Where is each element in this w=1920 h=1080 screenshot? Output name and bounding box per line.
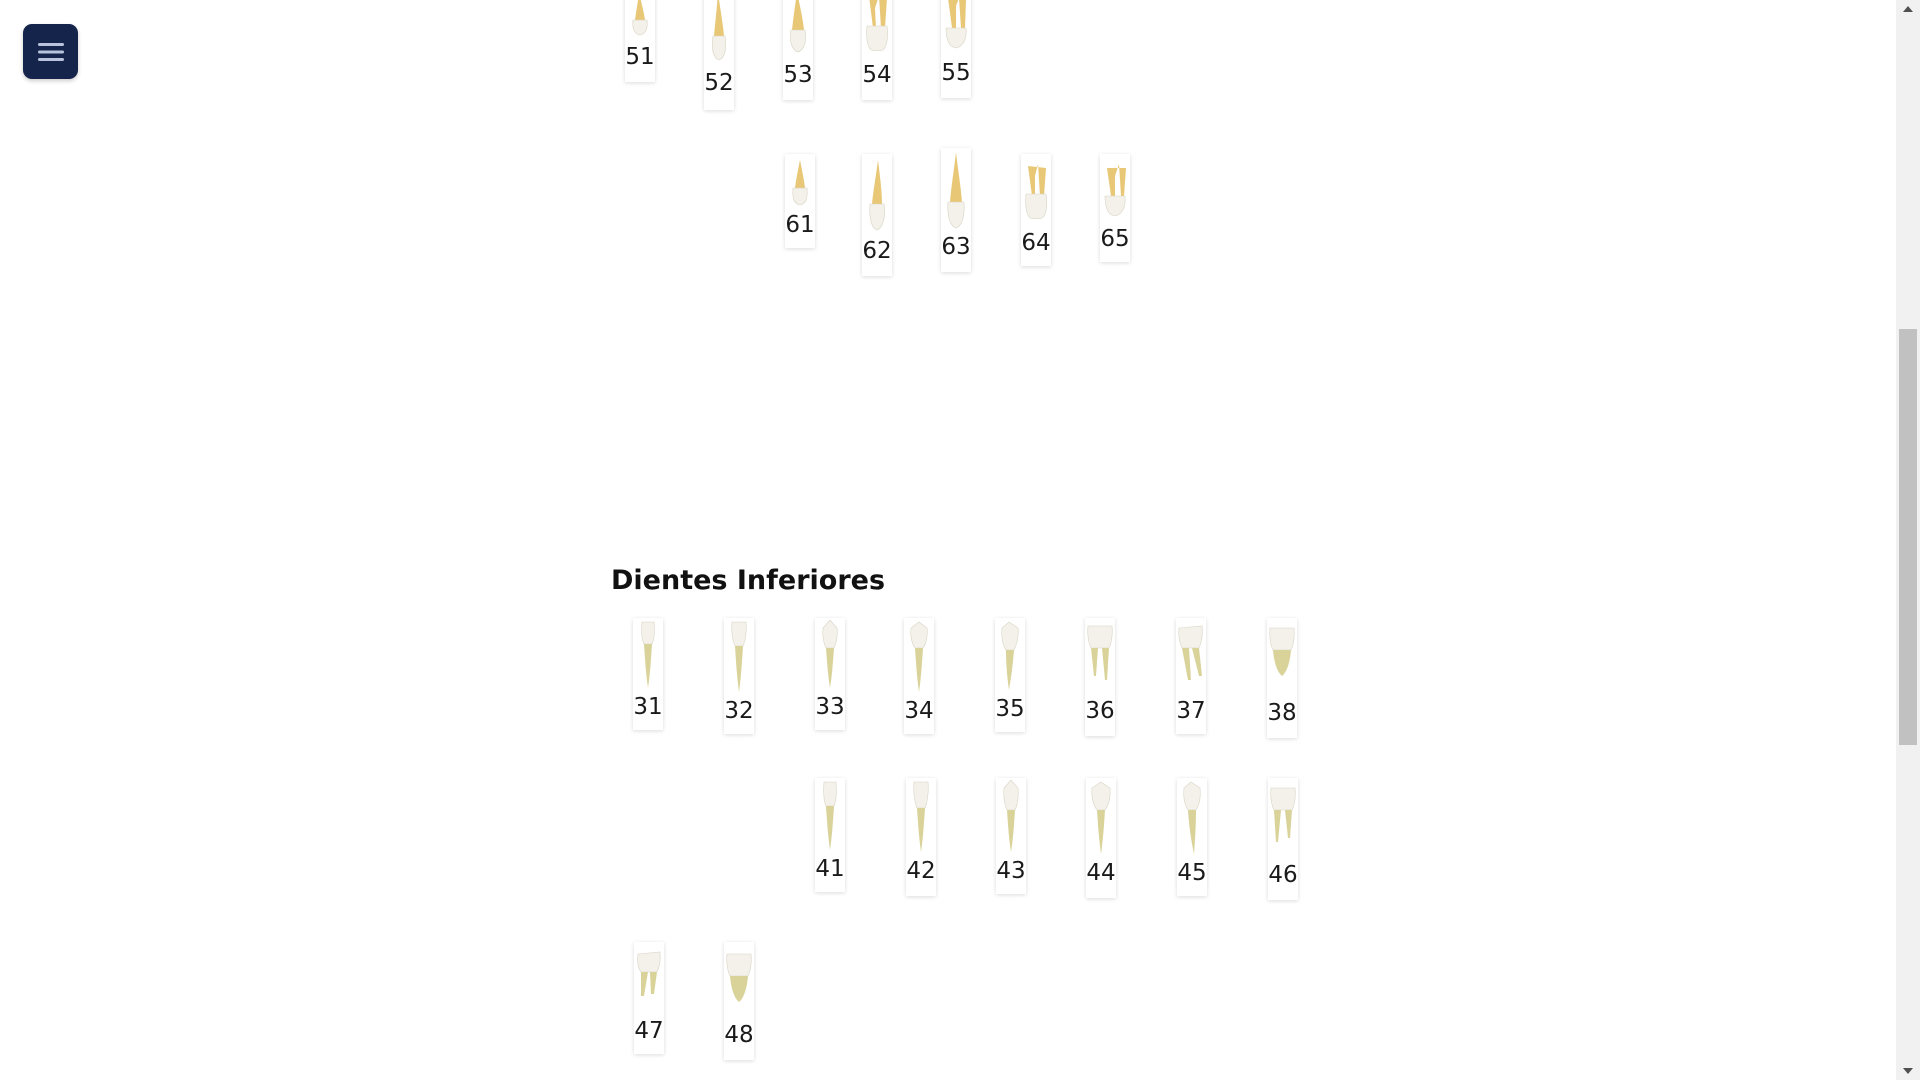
tooth-51[interactable]: 51 <box>625 0 655 82</box>
tooth-icon <box>711 0 727 61</box>
page: 51 52 53 54 55 61 62 63 64 65 Dientes In… <box>0 0 1920 1080</box>
tooth-number: 35 <box>995 696 1025 722</box>
tooth-65[interactable]: 65 <box>1100 154 1130 262</box>
hamburger-menu-icon <box>37 42 64 61</box>
tooth-42[interactable]: 42 <box>906 778 936 896</box>
tooth-number: 52 <box>704 70 734 96</box>
tooth-number: 43 <box>996 858 1026 884</box>
tooth-45[interactable]: 45 <box>1177 778 1207 896</box>
tooth-number: 33 <box>815 694 845 720</box>
tooth-icon <box>1001 621 1019 690</box>
tooth-34[interactable]: 34 <box>904 618 934 734</box>
tooth-icon <box>869 160 885 231</box>
tooth-33[interactable]: 33 <box>815 618 845 730</box>
tooth-icon <box>866 0 888 52</box>
tooth-icon <box>1003 780 1019 852</box>
tooth-number: 51 <box>625 44 655 70</box>
tooth-number: 63 <box>941 234 971 260</box>
tooth-icon <box>1178 625 1203 680</box>
tooth-icon <box>823 781 837 850</box>
menu-button[interactable] <box>23 24 78 79</box>
tooth-icon <box>641 621 655 688</box>
tooth-55[interactable]: 55 <box>941 0 971 98</box>
tooth-64[interactable]: 64 <box>1021 154 1051 266</box>
tooth-number: 37 <box>1176 698 1206 724</box>
tooth-icon <box>910 621 928 692</box>
tooth-36[interactable]: 36 <box>1085 618 1115 736</box>
tooth-number: 55 <box>941 60 971 86</box>
tooth-icon <box>726 953 752 1002</box>
tooth-icon <box>1091 781 1111 854</box>
scroll-down-arrow-icon[interactable] <box>1896 1062 1920 1080</box>
tooth-63[interactable]: 63 <box>941 148 971 272</box>
tooth-43[interactable]: 43 <box>996 778 1026 894</box>
tooth-number: 38 <box>1267 700 1297 726</box>
tooth-62[interactable]: 62 <box>862 154 892 276</box>
section-title-lower-teeth: Dientes Inferiores <box>611 565 886 596</box>
tooth-number: 54 <box>862 62 892 88</box>
tooth-number: 48 <box>724 1022 754 1048</box>
tooth-38[interactable]: 38 <box>1267 618 1297 738</box>
scroll-up-arrow-icon[interactable] <box>1896 0 1920 18</box>
tooth-number: 46 <box>1268 862 1298 888</box>
tooth-52[interactable]: 52 <box>704 0 734 110</box>
tooth-44[interactable]: 44 <box>1086 778 1116 898</box>
tooth-37[interactable]: 37 <box>1176 618 1206 734</box>
tooth-icon <box>1183 781 1201 854</box>
tooth-icon <box>1025 164 1048 220</box>
tooth-number: 31 <box>633 694 663 720</box>
tooth-61[interactable]: 61 <box>785 154 815 248</box>
tooth-number: 65 <box>1100 226 1130 252</box>
tooth-number: 34 <box>904 698 934 724</box>
tooth-48[interactable]: 48 <box>724 942 754 1060</box>
tooth-icon <box>822 620 838 688</box>
tooth-icon <box>1269 627 1295 676</box>
tooth-47[interactable]: 47 <box>634 942 664 1054</box>
tooth-number: 36 <box>1085 698 1115 724</box>
tooth-icon <box>637 951 661 996</box>
tooth-number: 62 <box>862 238 892 264</box>
tooth-icon <box>945 0 967 49</box>
tooth-35[interactable]: 35 <box>995 618 1025 732</box>
tooth-number: 53 <box>783 62 813 88</box>
scrollbar-thumb[interactable] <box>1899 329 1917 745</box>
tooth-number: 44 <box>1086 860 1116 886</box>
tooth-icon <box>790 0 806 53</box>
tooth-54[interactable]: 54 <box>862 0 892 100</box>
tooth-icon <box>632 0 648 36</box>
tooth-icon <box>947 152 965 229</box>
tooth-number: 42 <box>906 858 936 884</box>
tooth-icon <box>1104 164 1126 217</box>
tooth-icon <box>1087 625 1113 680</box>
tooth-32[interactable]: 32 <box>724 618 754 734</box>
tooth-number: 61 <box>785 212 815 238</box>
tooth-number: 47 <box>634 1018 664 1044</box>
tooth-46[interactable]: 46 <box>1268 778 1298 900</box>
tooth-number: 45 <box>1177 860 1207 886</box>
tooth-number: 32 <box>724 698 754 724</box>
tooth-31[interactable]: 31 <box>633 618 663 730</box>
tooth-icon <box>913 781 929 852</box>
tooth-icon <box>731 621 747 692</box>
tooth-number: 64 <box>1021 230 1051 256</box>
tooth-41[interactable]: 41 <box>815 778 845 892</box>
vertical-scrollbar[interactable] <box>1896 0 1920 1080</box>
tooth-icon <box>792 160 808 206</box>
tooth-number: 41 <box>815 856 845 882</box>
tooth-icon <box>1270 787 1296 842</box>
tooth-53[interactable]: 53 <box>783 0 813 100</box>
